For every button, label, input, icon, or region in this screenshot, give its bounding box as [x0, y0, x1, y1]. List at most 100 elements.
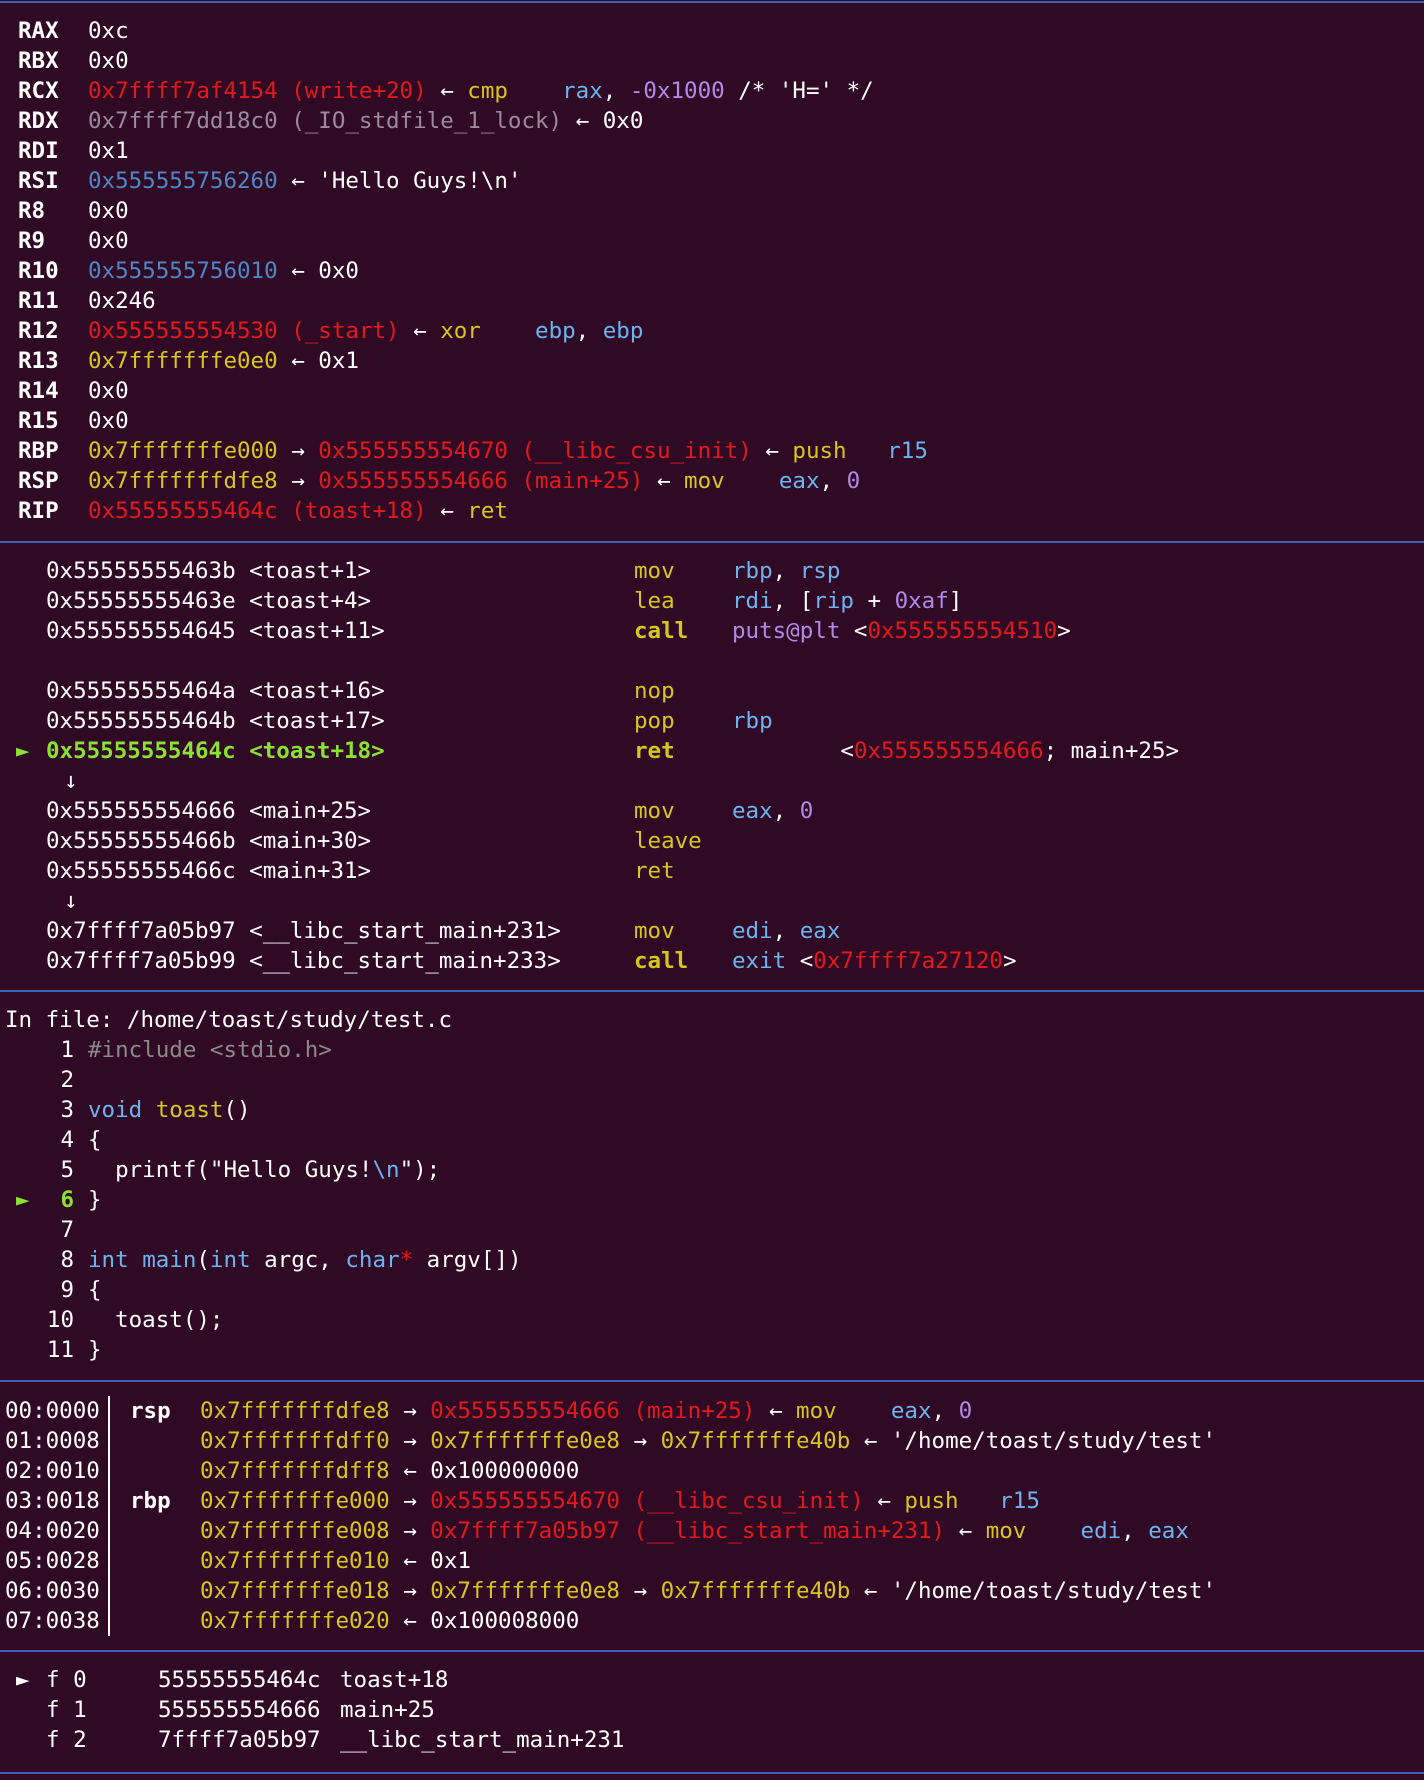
- register-name: R12: [18, 318, 59, 344]
- text-segment: +: [853, 588, 895, 614]
- register-value: 0x7ffff7dd18c0 (_IO_stdfile_1_lock) ← 0x…: [88, 106, 643, 136]
- instruction-operands: eax, 0: [732, 796, 813, 826]
- text-segment: 0x7fffffffe010: [200, 1548, 390, 1574]
- text-segment: 0x7ffff7a27120: [813, 948, 1003, 974]
- instruction-mnemonic: leave: [634, 828, 702, 854]
- text-segment: →: [619, 1578, 661, 1604]
- instruction-mnemonic: pop: [634, 708, 675, 734]
- text-segment: 0x555555756260: [88, 168, 278, 194]
- register-name: RCX: [18, 78, 59, 104]
- text-segment: ←: [751, 438, 793, 464]
- text-segment: 0x7fffffffe020: [200, 1608, 390, 1634]
- stack-offset: 01:0008: [5, 1428, 100, 1454]
- register-name: RBP: [18, 438, 59, 464]
- stack-entry: 0x7fffffffe020 ← 0x100008000: [200, 1606, 579, 1636]
- register-name: R14: [18, 378, 59, 404]
- text-segment: 0x7fffffffe018: [200, 1578, 390, 1604]
- text-segment: ebp: [602, 318, 644, 344]
- text-segment: 0x555555554666 (main+25): [318, 468, 644, 494]
- frame-address: 7ffff7a05b97: [158, 1727, 321, 1753]
- text-segment: 0x555555554666 (main+25): [430, 1398, 756, 1424]
- separator-source-stack: [0, 1380, 1424, 1382]
- text-segment: rbp: [732, 708, 773, 734]
- text-segment: 0xc: [88, 18, 129, 44]
- frame-symbol: main+25: [340, 1697, 435, 1723]
- text-segment: printf("Hello Guys!: [88, 1157, 373, 1183]
- text-segment: ←: [755, 1398, 797, 1424]
- top-border: [0, 1, 1424, 3]
- text-segment: 0x55555555464c (toast+18): [88, 498, 427, 524]
- register-name: RDX: [18, 108, 59, 134]
- register-name: R10: [18, 258, 59, 284]
- text-segment: 0x555555756010: [88, 258, 278, 284]
- instruction-address: 0x7ffff7a05b97 <__libc_start_main+231>: [46, 918, 561, 944]
- text-segment: <: [840, 618, 868, 644]
- text-segment: -0x1000: [629, 78, 725, 104]
- stack-offset: 07:0038: [5, 1608, 100, 1634]
- text-segment: ret: [467, 498, 508, 524]
- text-segment: ← 0x1: [277, 348, 359, 374]
- source-code-line: printf("Hello Guys!\n");: [88, 1155, 440, 1185]
- source-code-line: }: [88, 1185, 102, 1215]
- register-value: 0x7ffff7af4154 (write+20) ← cmp rax, -0x…: [88, 76, 874, 106]
- register-value: 0x555555756260 ← 'Hello Guys!\n': [88, 166, 522, 196]
- stack-entry: 0x7fffffffdfe8 → 0x555555554666 (main+25…: [200, 1396, 972, 1426]
- stack-entry: 0x7fffffffe008 → 0x7ffff7a05b97 (__libc_…: [200, 1516, 1189, 1546]
- text-segment: push: [792, 438, 888, 464]
- register-name: R8: [18, 198, 46, 224]
- text-segment: }: [88, 1187, 102, 1213]
- register-value: 0x555555756010 ← 0x0: [88, 256, 359, 286]
- text-segment: ,: [819, 468, 847, 494]
- instruction-address: 0x555555554666 <main+25>: [46, 798, 372, 824]
- text-segment: puts@plt: [732, 618, 841, 644]
- instruction-mnemonic: ret: [634, 738, 675, 764]
- text-segment: ←: [863, 1488, 905, 1514]
- text-segment: →: [389, 1428, 431, 1454]
- text-segment: void: [88, 1097, 143, 1123]
- instruction-address: 0x55555555463e <toast+4>: [46, 588, 372, 614]
- text-segment: ← '/home/toast/study/test': [850, 1428, 1216, 1454]
- register-value: 0x246: [88, 286, 156, 316]
- register-value: 0x7fffffffe0e0 ← 0x1: [88, 346, 359, 376]
- instruction-address: 0x555555554645 <toast+11>: [46, 618, 385, 644]
- text-segment: ← 0x0: [277, 258, 359, 284]
- text-segment: <: [786, 948, 814, 974]
- text-segment: r15: [887, 438, 928, 464]
- text-segment: 0x7ffff7a05b97 (__libc_start_main+231): [430, 1518, 946, 1544]
- register-value: 0x1: [88, 136, 129, 166]
- frame-symbol: toast+18: [340, 1667, 449, 1693]
- separator-disasm-source: [0, 990, 1424, 992]
- register-value: 0x0: [88, 46, 129, 76]
- source-code-line: #include <stdio.h>: [88, 1035, 332, 1065]
- text-segment: >: [1002, 948, 1017, 974]
- text-segment: 0x7fffffffe0e8: [430, 1428, 620, 1454]
- text-segment: ← 0x100008000: [389, 1608, 580, 1634]
- register-value: 0x7fffffffdfe8 → 0x555555554666 (main+25…: [88, 466, 860, 496]
- text-segment: ");: [399, 1157, 441, 1183]
- register-name: R13: [18, 348, 59, 374]
- register-value: 0x0: [88, 376, 129, 406]
- frame-address: 555555554666: [158, 1697, 321, 1723]
- line-number: 5: [60, 1157, 74, 1183]
- text-segment: 0x7ffff7dd18c0 (_IO_stdfile_1_lock): [88, 108, 563, 134]
- text-segment: push: [904, 1488, 1000, 1514]
- text-segment: →: [389, 1398, 431, 1424]
- frame-index: f 2: [46, 1727, 87, 1753]
- line-number: 9: [60, 1277, 74, 1303]
- text-segment: →: [389, 1488, 431, 1514]
- text-segment: 0x0: [88, 198, 129, 224]
- text-segment: →: [619, 1428, 661, 1454]
- stack-register: rsp: [130, 1398, 171, 1424]
- stack-entry: 0x7fffffffe000 → 0x555555554670 (__libc_…: [200, 1486, 1040, 1516]
- text-segment: eax: [778, 468, 820, 494]
- register-value: 0x7fffffffe000 → 0x555555554670 (__libc_…: [88, 436, 928, 466]
- text-segment: xor: [440, 318, 536, 344]
- register-name: R15: [18, 408, 59, 434]
- source-file-header: In file: /home/toast/study/test.c: [5, 1007, 453, 1033]
- text-segment: →: [277, 468, 319, 494]
- text-segment: main: [142, 1247, 197, 1273]
- text-segment: ,: [575, 318, 603, 344]
- instruction-operands: <0x555555554666; main+25>: [732, 736, 1179, 766]
- text-segment: int: [209, 1247, 251, 1273]
- instruction-address: 0x55555555463b <toast+1>: [46, 558, 372, 584]
